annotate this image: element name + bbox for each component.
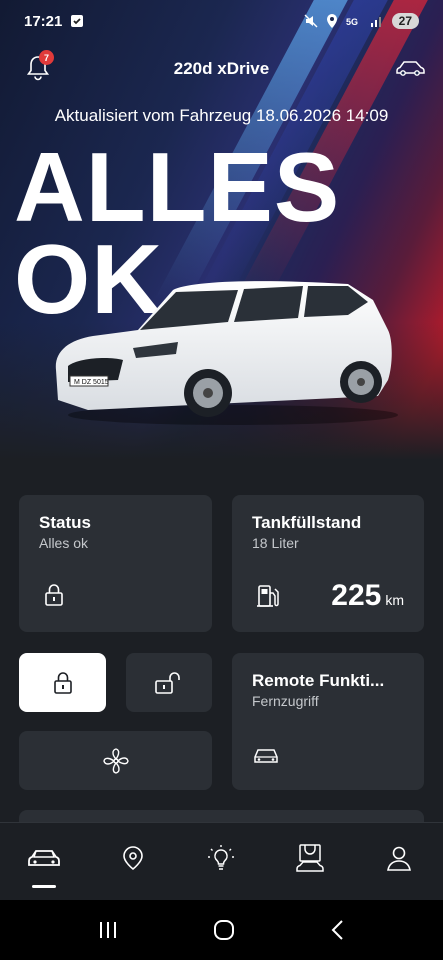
status-card-subtitle: Alles ok: [39, 535, 89, 551]
unlock-button[interactable]: [126, 653, 212, 712]
app-header: 7 220d xDrive: [0, 50, 443, 88]
car-image: M DZ 5015: [55, 281, 398, 425]
range-display: 225 km: [331, 579, 404, 613]
range-value: 225: [331, 579, 382, 612]
vehicle-title[interactable]: 220d xDrive: [174, 59, 269, 79]
nav-tips[interactable]: [199, 836, 243, 880]
lock-icon: [53, 671, 72, 694]
status-card[interactable]: Status Alles ok: [19, 495, 212, 632]
location-icon: [326, 14, 337, 28]
notification-badge: 7: [39, 50, 54, 65]
system-status-bar: 17:21 5G 27: [0, 0, 443, 42]
mute-icon: [304, 14, 318, 28]
bottom-navigation: [0, 822, 443, 900]
nav-shop[interactable]: [288, 836, 332, 880]
unlock-icon: [155, 671, 180, 694]
user-icon: [386, 846, 411, 871]
fuel-pump-icon: [257, 585, 279, 607]
home-icon[interactable]: [212, 918, 236, 942]
remote-functions-card[interactable]: Remote Funkti... Fernzugriff: [232, 653, 424, 790]
license-plate: M DZ 5015: [74, 379, 109, 386]
lock-icon: [45, 584, 63, 606]
remote-card-title: Remote Funkti...: [252, 671, 385, 690]
status-card-title: Status: [39, 513, 91, 532]
map-pin-icon: [123, 845, 143, 870]
range-unit: km: [385, 592, 404, 608]
battery-indicator: 27: [391, 13, 419, 29]
signal-icon: [370, 17, 381, 27]
clock: 17:21: [24, 12, 63, 30]
ventilation-button[interactable]: [19, 731, 212, 790]
fan-icon: [102, 747, 129, 774]
check-notification-icon: [71, 15, 84, 27]
car-front-icon: [254, 749, 278, 763]
nav-profile[interactable]: [377, 836, 421, 880]
shop-bag-icon: [296, 843, 324, 872]
system-navigation-bar: [0, 900, 443, 960]
fuel-card-title: Tankfüllstand: [252, 513, 362, 532]
fuel-level-card[interactable]: Tankfüllstand 18 Liter 225 km: [232, 495, 424, 632]
fuel-card-subtitle: 18 Liter: [252, 535, 299, 551]
hero-status-line1: ALLES: [14, 132, 341, 242]
back-icon[interactable]: [330, 919, 346, 941]
last-updated-text: Aktualisiert vom Fahrzeug 18.06.2026 14:…: [54, 106, 389, 125]
remote-card-subtitle: Fernzugriff: [252, 693, 319, 709]
5g-icon: 5G: [346, 17, 358, 27]
svg-text:5G: 5G: [346, 17, 358, 27]
recent-apps-icon[interactable]: [97, 920, 119, 940]
nav-map[interactable]: [111, 836, 155, 880]
lightbulb-icon: [208, 844, 235, 870]
nav-vehicle[interactable]: [22, 836, 66, 888]
car-icon: [28, 849, 61, 866]
lock-button[interactable]: [19, 653, 106, 712]
car-select-icon[interactable]: [395, 58, 425, 78]
